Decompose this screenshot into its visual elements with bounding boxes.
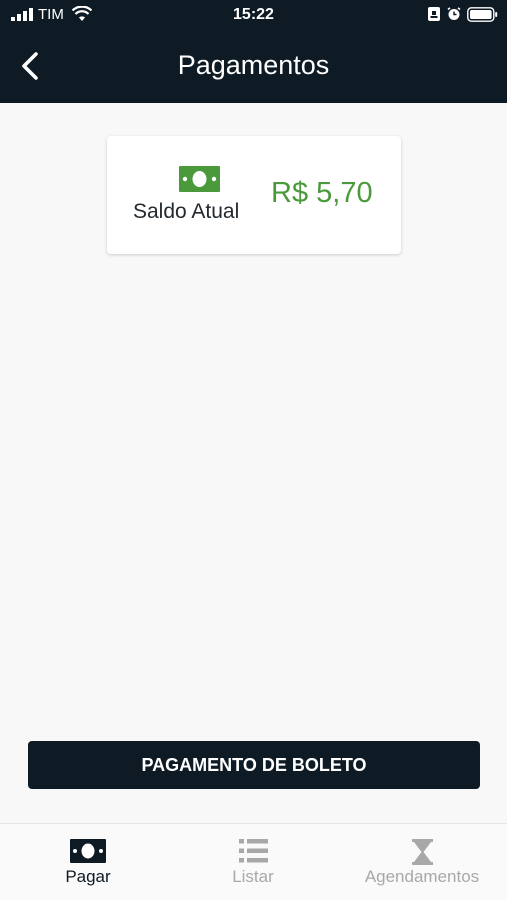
balance-label: Saldo Atual — [133, 200, 240, 223]
nav-item-listar[interactable]: Listar — [183, 824, 323, 900]
balance-value: R$ 5,70 — [271, 177, 373, 209]
nav-label-listar: Listar — [232, 867, 274, 886]
alarm-icon — [447, 7, 461, 20]
pay-boleto-button[interactable]: PAGAMENTO DE BOLETO — [28, 741, 480, 789]
nav-item-agendamentos[interactable]: Agendamentos — [352, 824, 492, 900]
nav-item-pagar[interactable]: Pagar — [18, 824, 158, 900]
nav-label-agendamentos: Agendamentos — [364, 867, 480, 886]
money-icon — [179, 166, 220, 192]
lock-icon — [428, 7, 440, 21]
nav-label-pagar: Pagar — [65, 867, 111, 886]
bottom-navigation: Pagar Listar Agendamentos — [0, 823, 507, 900]
app-header: TIM 15:22 Pagamentos — [0, 0, 507, 103]
page-title: Pagamentos — [177, 50, 330, 80]
list-icon — [239, 839, 268, 863]
money-icon — [70, 839, 106, 863]
hourglass-icon — [412, 839, 433, 865]
balance-card: Saldo Atual R$ 5,70 — [107, 136, 401, 254]
battery-icon — [467, 7, 498, 22]
status-bar: TIM 15:22 — [0, 0, 507, 30]
